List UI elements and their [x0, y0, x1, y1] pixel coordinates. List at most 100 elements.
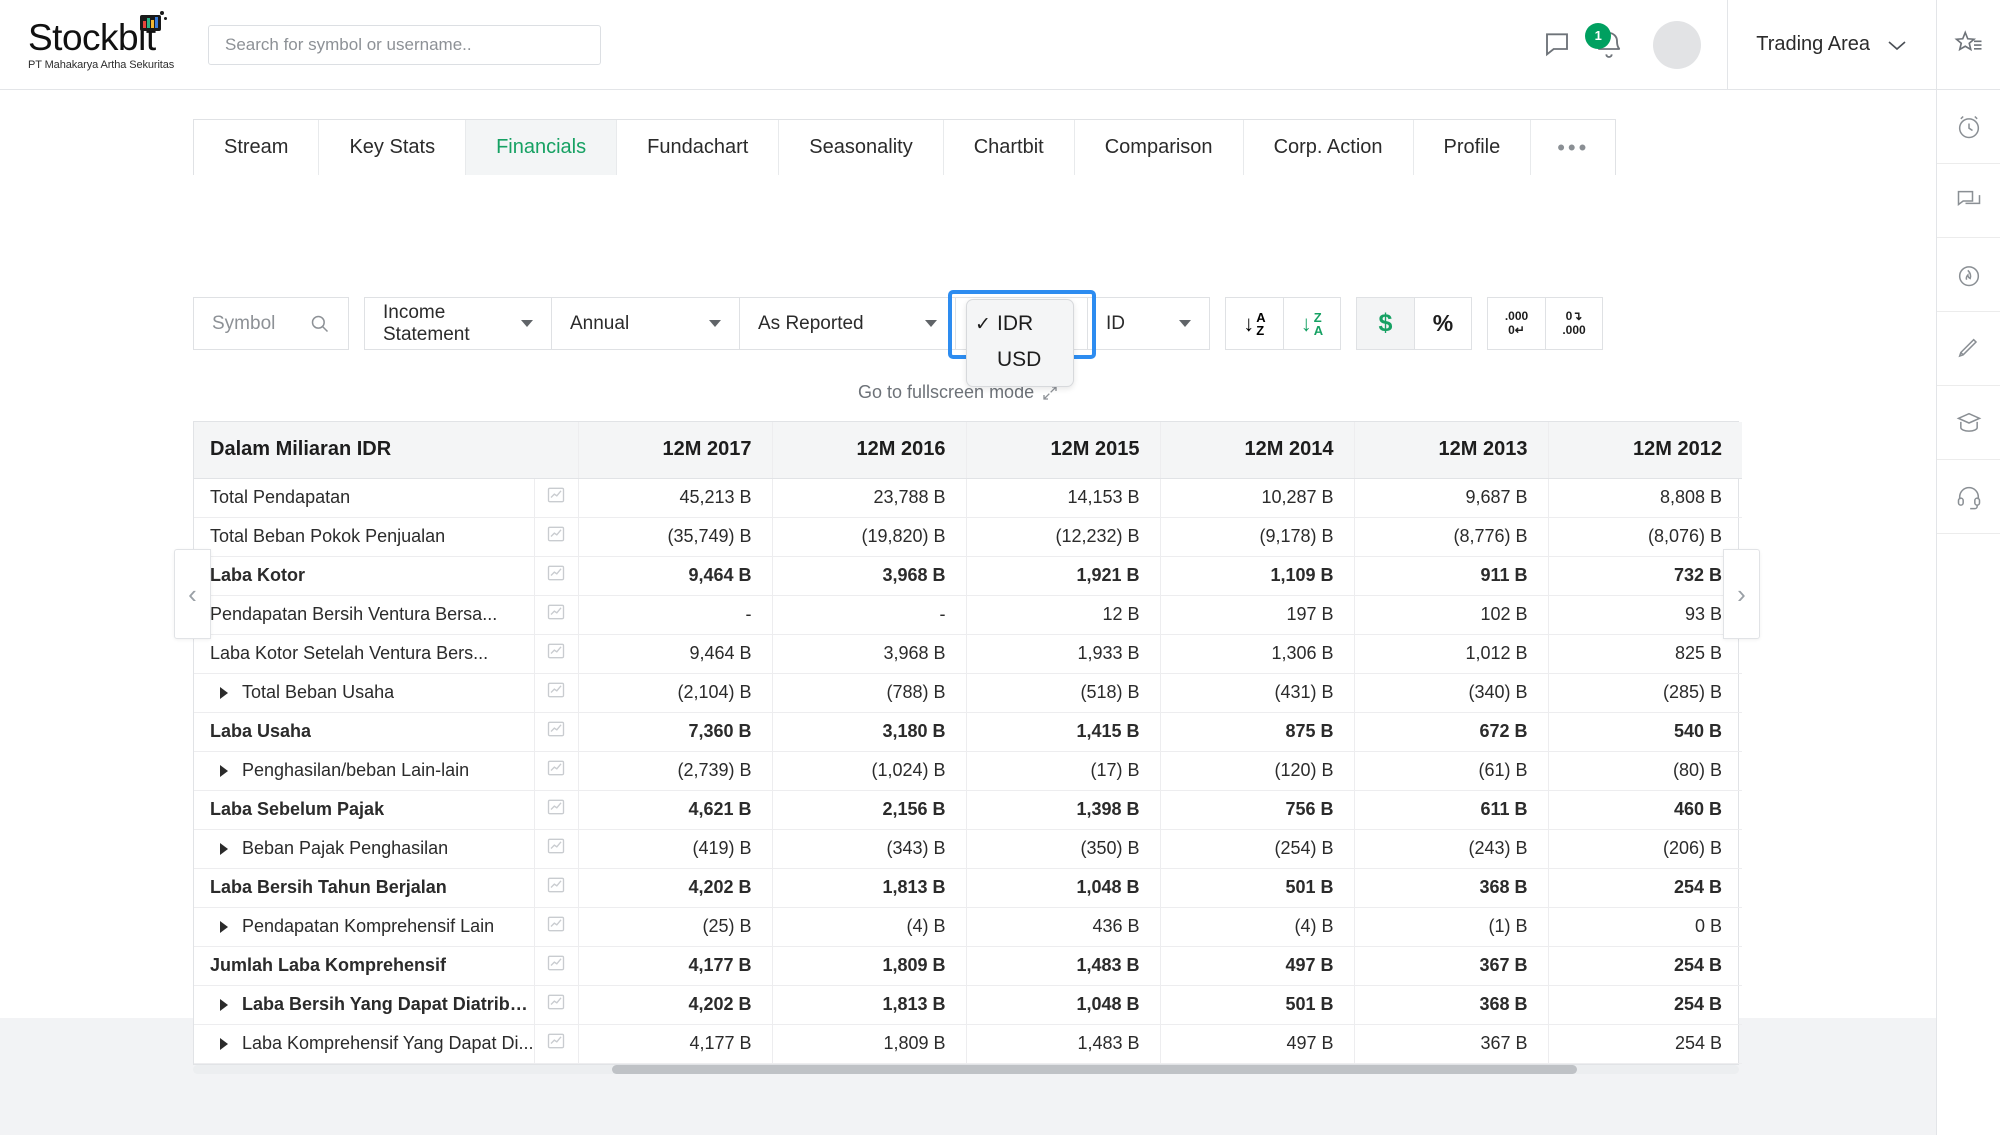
- rail-item-support[interactable]: [1937, 460, 2000, 534]
- row-label-cell[interactable]: Laba Kotor: [194, 556, 535, 596]
- row-label-cell[interactable]: Penghasilan/beban Lain-lain: [194, 751, 535, 791]
- expand-triangle-icon[interactable]: [220, 998, 228, 1011]
- table-row[interactable]: Beban Pajak Penghasilan (419) B (343) B (35…: [194, 829, 1743, 869]
- row-label-cell[interactable]: Laba Sebelum Pajak: [194, 790, 535, 830]
- row-chart-button[interactable]: [534, 829, 579, 869]
- table-row[interactable]: Total Pendapatan 45,213 B 23,788 B 14,153 B…: [194, 478, 1743, 518]
- currency-option-usd[interactable]: USD: [967, 342, 1073, 378]
- row-chart-button[interactable]: [534, 556, 579, 596]
- expand-triangle-icon[interactable]: [220, 686, 228, 699]
- avatar[interactable]: [1653, 20, 1702, 69]
- column-header-2014[interactable]: 12M 2014: [1160, 422, 1355, 479]
- row-label-cell[interactable]: Pendapatan Komprehensif Lain: [194, 907, 535, 947]
- watchlist-button[interactable]: [1936, 0, 2000, 90]
- tab-chartbit[interactable]: Chartbit: [944, 120, 1075, 175]
- brand-logo[interactable]: Stockbit PT Mahakarya Artha Sekuritas: [0, 10, 175, 71]
- row-label-cell[interactable]: Total Pendapatan: [194, 478, 535, 518]
- search-box[interactable]: [208, 24, 601, 65]
- expand-triangle-icon[interactable]: [220, 764, 228, 777]
- table-row[interactable]: Pendapatan Bersih Ventura Bersa... - -12 B…: [194, 595, 1743, 635]
- table-row[interactable]: Laba Bersih Yang Dapat Diatribu... 4,202 …: [194, 985, 1743, 1025]
- horizontal-scrollbar-thumb[interactable]: [612, 1065, 1577, 1074]
- table-row[interactable]: Penghasilan/beban Lain-lain (2,739) B (1,0…: [194, 751, 1743, 791]
- table-row[interactable]: Laba Bersih Tahun Berjalan 4,202 B 1,813 B…: [194, 868, 1743, 908]
- column-header-2016[interactable]: 12M 2016: [772, 422, 967, 479]
- rail-item-chat[interactable]: [1937, 164, 2000, 238]
- row-chart-button[interactable]: [534, 985, 579, 1025]
- sort-descending-button[interactable]: ↓ Z A: [1283, 297, 1341, 350]
- search-input[interactable]: [225, 34, 584, 55]
- scroll-left-button[interactable]: ‹: [174, 549, 211, 639]
- expand-triangle-icon[interactable]: [220, 920, 228, 933]
- tab-financials[interactable]: Financials: [466, 120, 618, 175]
- table-row[interactable]: Laba Sebelum Pajak 4,621 B 2,156 B 1,398 B7…: [194, 790, 1743, 830]
- tab-corp-action[interactable]: Corp. Action: [1244, 120, 1414, 175]
- row-label-cell[interactable]: Laba Usaha: [194, 712, 535, 752]
- tab-profile[interactable]: Profile: [1414, 120, 1532, 175]
- table-row[interactable]: Jumlah Laba Komprehensif 4,177 B 1,809 B 1,…: [194, 946, 1743, 986]
- expand-triangle-icon[interactable]: [220, 1037, 228, 1050]
- row-label-cell[interactable]: Pendapatan Bersih Ventura Bersa...: [194, 595, 535, 635]
- row-label-cell[interactable]: Jumlah Laba Komprehensif: [194, 946, 535, 986]
- column-header-2017[interactable]: 12M 2017: [578, 422, 773, 479]
- tab-more-button[interactable]: •••: [1531, 120, 1615, 175]
- table-row[interactable]: Laba Kotor Setelah Ventura Bers... 9,464 …: [194, 634, 1743, 674]
- row-chart-button[interactable]: [534, 907, 579, 947]
- currency-dropdown-menu[interactable]: ✓ IDR USD: [966, 299, 1074, 387]
- currency-select[interactable]: IDR ✓ IDR USD: [948, 290, 1096, 387]
- column-header-2012[interactable]: 12M 2012: [1548, 422, 1743, 479]
- row-chart-button[interactable]: [534, 868, 579, 908]
- trading-area-selector[interactable]: Trading Area: [1727, 0, 1936, 90]
- row-chart-button[interactable]: [534, 673, 579, 713]
- row-label-cell[interactable]: Laba Komprehensif Yang Dapat Di...: [194, 1024, 535, 1064]
- row-chart-button[interactable]: [534, 634, 579, 674]
- percent-unit-button[interactable]: %: [1414, 297, 1472, 350]
- tab-stream[interactable]: Stream: [194, 120, 320, 175]
- table-row[interactable]: Laba Komprehensif Yang Dapat Di... 4,177 …: [194, 1024, 1743, 1064]
- row-chart-button[interactable]: [534, 478, 579, 518]
- period-select[interactable]: Annual: [552, 297, 740, 350]
- rail-item-notes[interactable]: [1937, 312, 2000, 386]
- row-label-cell[interactable]: Total Beban Usaha: [194, 673, 535, 713]
- row-chart-button[interactable]: [534, 946, 579, 986]
- table-row[interactable]: Laba Usaha 7,360 B 3,180 B 1,415 B 875 B 672 …: [194, 712, 1743, 752]
- row-chart-button[interactable]: [534, 790, 579, 830]
- row-chart-button[interactable]: [534, 712, 579, 752]
- currency-unit-button[interactable]: $: [1356, 297, 1414, 350]
- row-label-cell[interactable]: Total Beban Pokok Penjualan: [194, 517, 535, 557]
- tab-comparison[interactable]: Comparison: [1075, 120, 1244, 175]
- scroll-right-button[interactable]: ›: [1723, 549, 1760, 639]
- sort-ascending-button[interactable]: ↓ A Z: [1225, 297, 1283, 350]
- table-row[interactable]: Total Beban Usaha (2,104) B (788) B (518) B…: [194, 673, 1743, 713]
- value-cell: 14,153 B: [966, 478, 1161, 518]
- rail-item-academy[interactable]: [1937, 386, 2000, 460]
- tab-key-stats[interactable]: Key Stats: [319, 120, 467, 175]
- row-label-cell[interactable]: Laba Kotor Setelah Ventura Bers...: [194, 634, 535, 674]
- locale-select[interactable]: ID: [1088, 297, 1210, 350]
- tab-fundachart[interactable]: Fundachart: [617, 120, 780, 175]
- row-chart-button[interactable]: [534, 595, 579, 635]
- table-row[interactable]: Laba Kotor 9,464 B 3,968 B 1,921 B 1,109 B 91…: [194, 556, 1743, 596]
- row-chart-button[interactable]: [534, 517, 579, 557]
- rail-item-trending[interactable]: [1937, 238, 2000, 312]
- expand-triangle-icon[interactable]: [220, 842, 228, 855]
- bell-icon[interactable]: 1: [1585, 22, 1625, 61]
- column-header-2013[interactable]: 12M 2013: [1354, 422, 1549, 479]
- row-label-cell[interactable]: Laba Bersih Yang Dapat Diatribu...: [194, 985, 535, 1025]
- decrease-decimal-button[interactable]: 0↴ .000: [1545, 297, 1603, 350]
- chat-icon[interactable]: [1543, 29, 1575, 61]
- column-header-2015[interactable]: 12M 2015: [966, 422, 1161, 479]
- increase-decimal-button[interactable]: .000 0↵: [1487, 297, 1545, 350]
- symbol-input[interactable]: Symbol: [193, 297, 349, 350]
- table-row[interactable]: Pendapatan Komprehensif Lain (25) B (4) B4…: [194, 907, 1743, 947]
- table-row[interactable]: Total Beban Pokok Penjualan (35,749) B (19…: [194, 517, 1743, 557]
- basis-select[interactable]: As Reported: [740, 297, 956, 350]
- row-chart-button[interactable]: [534, 751, 579, 791]
- row-label-cell[interactable]: Beban Pajak Penghasilan: [194, 829, 535, 869]
- currency-option-idr[interactable]: ✓ IDR: [967, 306, 1073, 342]
- tab-seasonality[interactable]: Seasonality: [779, 120, 944, 175]
- row-chart-button[interactable]: [534, 1024, 579, 1064]
- row-label-cell[interactable]: Laba Bersih Tahun Berjalan: [194, 868, 535, 908]
- rail-item-clock[interactable]: [1937, 90, 2000, 164]
- statement-type-select[interactable]: Income Statement: [364, 297, 552, 350]
